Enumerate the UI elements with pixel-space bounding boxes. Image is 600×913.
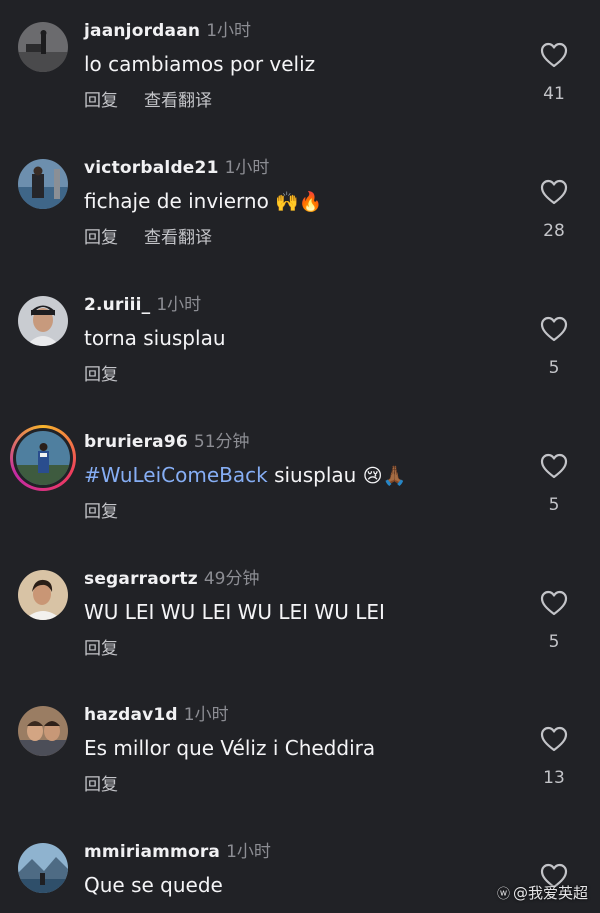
- comment-body: WU LEI WU LEI WU LEI WU LEI: [84, 600, 385, 624]
- comment-actions: 回复 查看翻译: [84, 89, 212, 113]
- comment-item: 2.uriii_ 1小时 torna siusplau 回复 5: [0, 274, 600, 410]
- avatar[interactable]: [18, 22, 68, 72]
- heart-outline-icon: [540, 179, 568, 205]
- comment-header: bruriera96 51分钟: [84, 431, 250, 453]
- comment-actions: 回复: [84, 637, 118, 661]
- reply-button[interactable]: 回复: [84, 365, 118, 385]
- comment-body: torna siusplau: [84, 326, 226, 350]
- avatar[interactable]: [18, 570, 68, 620]
- comment-item: jaanjordaan 1小时 lo cambiamos por veliz 回复…: [0, 0, 600, 136]
- avatar-story-ring[interactable]: [10, 425, 76, 491]
- comment-text: fichaje de invierno 🙌🔥: [84, 187, 323, 216]
- reply-button[interactable]: 回复: [84, 775, 118, 795]
- username[interactable]: bruriera96: [84, 432, 188, 452]
- hashtag-link[interactable]: #WuLeiComeBack: [84, 463, 268, 487]
- comment-actions: 回复: [84, 500, 118, 524]
- comment-header: victorbalde21 1小时: [84, 157, 269, 179]
- comment-text: Es millor que Véliz i Cheddira: [84, 734, 375, 762]
- timestamp: 49分钟: [203, 569, 260, 589]
- comment-item: hazdav1d 1小时 Es millor que Véliz i Cheddi…: [0, 684, 600, 820]
- timestamp: 51分钟: [193, 432, 250, 452]
- like-count: 28: [543, 221, 565, 241]
- comment-actions: 回复: [84, 363, 118, 387]
- comment-actions: 回复: [84, 773, 118, 797]
- like-count: 5: [548, 358, 560, 378]
- heart-outline-icon: [540, 42, 568, 68]
- comment-body: fichaje de invierno: [84, 189, 269, 213]
- timestamp: 1小时: [206, 21, 252, 41]
- timestamp: 1小时: [226, 842, 271, 862]
- watermark: ⓦ @我爱英超: [497, 882, 588, 903]
- comment-text: torna siusplau: [84, 324, 226, 352]
- comment-header: jaanjordaan 1小时: [84, 20, 251, 42]
- username[interactable]: 2.uriii_: [84, 295, 150, 315]
- username[interactable]: jaanjordaan: [84, 21, 200, 41]
- reply-button[interactable]: 回复: [84, 91, 118, 111]
- comment-body: siusplau: [274, 463, 357, 487]
- like-count: 13: [543, 768, 565, 788]
- like-button[interactable]: [540, 42, 568, 68]
- avatar[interactable]: [18, 296, 68, 346]
- emoji: 🙌🔥: [275, 191, 323, 213]
- comment-header: mmiriammora 1小时: [84, 841, 271, 863]
- like-count: 5: [548, 495, 560, 515]
- comment-header: hazdav1d 1小时: [84, 704, 229, 726]
- comment-body: Que se quede: [84, 873, 223, 897]
- avatar[interactable]: [18, 159, 68, 209]
- emoji: 😢🙏🏾: [362, 465, 407, 487]
- heart-outline-icon: [540, 316, 568, 342]
- comment-header: segarraortz 49分钟: [84, 568, 259, 590]
- username[interactable]: hazdav1d: [84, 705, 178, 725]
- heart-outline-icon: [540, 590, 568, 616]
- reply-button[interactable]: 回复: [84, 639, 118, 659]
- translate-button[interactable]: 查看翻译: [144, 228, 212, 248]
- comment-text: WU LEI WU LEI WU LEI WU LEI: [84, 598, 385, 626]
- comment-text: #WuLeiComeBack siusplau 😢🙏🏾: [84, 461, 406, 490]
- reply-button[interactable]: 回复: [84, 228, 118, 248]
- timestamp: 1小时: [156, 295, 202, 315]
- comment-header: 2.uriii_ 1小时: [84, 294, 201, 316]
- timestamp: 1小时: [224, 158, 270, 178]
- heart-outline-icon: [540, 726, 568, 752]
- comment-feed: jaanjordaan 1小时 lo cambiamos por veliz 回复…: [0, 0, 600, 913]
- heart-outline-icon: [540, 453, 568, 479]
- like-button[interactable]: [540, 316, 568, 342]
- comment-body: Es millor que Véliz i Cheddira: [84, 736, 376, 760]
- like-button[interactable]: [540, 179, 568, 205]
- comment-body: lo cambiamos por veliz: [84, 52, 316, 76]
- comment-item: victorbalde21 1小时 fichaje de invierno 🙌🔥 …: [0, 137, 600, 273]
- avatar[interactable]: [18, 843, 68, 893]
- comment-text: lo cambiamos por veliz: [84, 50, 315, 78]
- comment-text: Que se quede: [84, 871, 223, 899]
- username[interactable]: victorbalde21: [84, 158, 219, 178]
- like-button[interactable]: [540, 453, 568, 479]
- avatar[interactable]: [18, 706, 68, 756]
- like-button[interactable]: [540, 590, 568, 616]
- timestamp: 1小时: [183, 705, 229, 725]
- username[interactable]: mmiriammora: [84, 842, 220, 862]
- translate-button[interactable]: 查看翻译: [144, 91, 212, 111]
- weibo-logo-icon: ⓦ: [496, 887, 510, 902]
- comment-actions: 回复 查看翻译: [84, 226, 212, 250]
- avatar: [16, 431, 70, 485]
- like-count: 41: [543, 84, 565, 104]
- watermark-text: @我爱英超: [512, 884, 588, 902]
- comment-item: bruriera96 51分钟 #WuLeiComeBack siusplau 😢…: [0, 411, 600, 547]
- reply-button[interactable]: 回复: [84, 502, 118, 522]
- comment-item: segarraortz 49分钟 WU LEI WU LEI WU LEI WU …: [0, 548, 600, 684]
- username[interactable]: segarraortz: [84, 569, 198, 589]
- like-button[interactable]: [540, 726, 568, 752]
- like-count: 5: [548, 632, 560, 652]
